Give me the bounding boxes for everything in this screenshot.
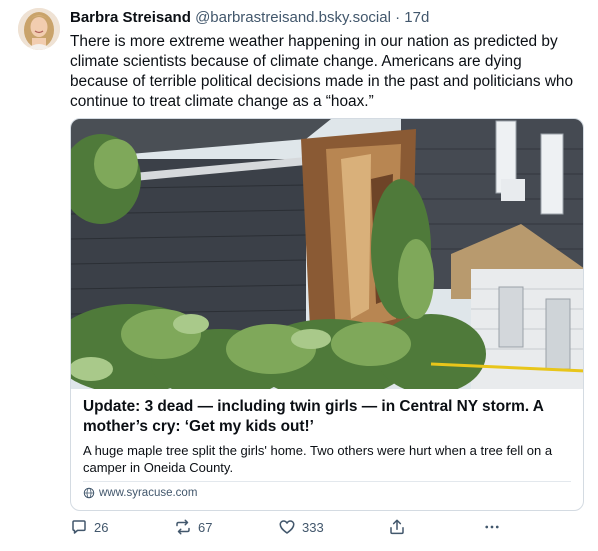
like-button[interactable]: 333 bbox=[278, 518, 324, 536]
post-content: Barbra Streisand @barbrastreisand.bsky.s… bbox=[70, 8, 586, 112]
avatar-photo bbox=[18, 8, 60, 50]
link-card-domain-text: www.syracuse.com bbox=[99, 487, 198, 499]
link-card-title[interactable]: Update: 3 dead — including twin girls — … bbox=[83, 397, 571, 437]
repost-count: 67 bbox=[198, 519, 213, 535]
like-count: 333 bbox=[302, 519, 324, 535]
repost-button[interactable]: 67 bbox=[174, 518, 212, 536]
author-name[interactable]: Barbra Streisand bbox=[70, 9, 191, 26]
like-icon bbox=[279, 520, 295, 534]
repost-icon bbox=[176, 519, 190, 535]
post-actions: 26 67 333 bbox=[70, 518, 510, 544]
reply-icon bbox=[72, 520, 86, 534]
share-icon bbox=[390, 519, 404, 535]
link-card-body: Update: 3 dead — including twin girls — … bbox=[71, 389, 583, 476]
post[interactable]: Barbra Streisand @barbrastreisand.bsky.s… bbox=[0, 0, 598, 551]
share-button[interactable] bbox=[388, 518, 406, 536]
more-options-button[interactable] bbox=[482, 518, 502, 536]
reply-button[interactable]: 26 bbox=[70, 518, 108, 536]
post-timestamp[interactable]: 17d bbox=[404, 9, 429, 26]
link-card-domain[interactable]: www.syracuse.com bbox=[83, 487, 197, 499]
avatar[interactable] bbox=[18, 8, 60, 50]
link-card-description: A huge maple tree split the girls' home.… bbox=[83, 443, 553, 475]
more-icon bbox=[485, 525, 499, 529]
header-separator: · bbox=[395, 9, 401, 26]
link-card-divider bbox=[83, 481, 571, 482]
post-text: There is more extreme weather happening … bbox=[70, 33, 574, 110]
link-card[interactable]: Update: 3 dead — including twin girls — … bbox=[70, 118, 584, 511]
globe-icon bbox=[83, 487, 95, 499]
reply-count: 26 bbox=[94, 519, 109, 535]
author-handle[interactable]: @barbrastreisand.bsky.social bbox=[195, 9, 391, 26]
link-card-image bbox=[71, 119, 583, 389]
post-header: Barbra Streisand @barbrastreisand.bsky.s… bbox=[70, 8, 586, 28]
